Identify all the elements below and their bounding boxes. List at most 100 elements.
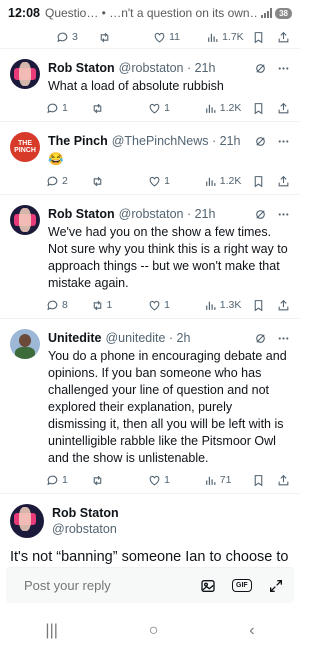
recents-button[interactable]: ||| [45,622,57,640]
like-button[interactable]: 1 [148,299,204,312]
views-button[interactable]: 1.7K [206,31,252,44]
grok-icon[interactable] [254,208,267,221]
share-icon[interactable] [277,31,290,44]
more-icon[interactable] [277,332,290,345]
avatar[interactable] [10,329,40,359]
like-icon [149,176,160,186]
bookmark-icon[interactable] [252,102,265,115]
reply-tweet[interactable]: Rob Staton @robstaton · 21h We've had yo… [0,195,300,318]
like-button[interactable]: 11 [153,31,206,44]
retweet-button[interactable] [98,31,153,44]
reply-button[interactable]: 1 [46,474,91,487]
reply-button[interactable]: 3 [56,31,98,44]
author-name[interactable]: The Pinch [48,134,108,148]
views-count: 1.7K [222,31,244,43]
like-count: 1 [164,299,170,311]
views-icon [208,33,218,42]
reply-button[interactable]: 1 [46,102,91,115]
retweet-icon [93,475,101,485]
retweet-icon [101,32,109,42]
reply-icon [47,300,58,310]
reply-icon [47,176,58,186]
like-icon [149,475,160,485]
views-button[interactable]: 1.2K [204,175,252,188]
bookmark-icon[interactable] [252,299,265,312]
reply-composer[interactable]: GIF [6,567,294,603]
author-name[interactable]: Rob Staton [48,61,115,75]
grok-icon[interactable] [254,135,267,148]
avatar[interactable] [10,504,44,538]
author-name[interactable]: Rob Staton [48,207,115,221]
reply-count: 2 [62,175,68,187]
author-name[interactable]: Unitedite [48,331,101,345]
share-icon[interactable] [277,299,290,312]
reply-icon [47,103,58,113]
author-name[interactable]: Rob Staton [52,506,119,520]
signal-icon [261,8,273,18]
reply-count: 1 [62,474,68,486]
status-bar: 12:08 Questio… • …n't a question on its … [0,0,300,26]
like-button[interactable]: 1 [148,474,204,487]
views-count: 71 [219,474,232,486]
grok-icon[interactable] [254,62,267,75]
image-icon[interactable] [200,578,216,594]
like-count: 1 [164,175,170,187]
views-count: 1.3K [219,299,242,311]
retweet-icon [93,300,101,310]
more-icon[interactable] [277,208,290,221]
views-count: 1.2K [219,102,242,114]
tweet-text: You do a phone in encouraging debate and… [48,349,287,465]
expand-icon[interactable] [268,578,284,594]
share-icon[interactable] [277,474,290,487]
reply-icon [47,475,58,485]
back-button[interactable]: ‹ [249,622,254,640]
notification-overlay: Questio… • …n't a question on its own… [44,6,258,20]
like-count: 1 [164,102,170,114]
tweet-actions: 3 11 1.7K [0,26,300,48]
retweet-button[interactable]: 1 [91,299,149,312]
more-icon[interactable] [277,62,290,75]
reply-input[interactable] [24,578,200,593]
retweet-button[interactable] [91,474,149,487]
author-handle: @robstaton · 21h [118,207,216,221]
avatar[interactable]: THE PINCH [10,132,40,162]
reply-tweet[interactable]: THE PINCH The Pinch @ThePinchNews · 21h … [0,122,300,194]
reply-button[interactable]: 2 [46,175,91,188]
reply-tweet[interactable]: Unitedite @unitedite · 2h You do a phone… [0,319,300,493]
retweet-count: 1 [106,299,113,311]
reply-count: 1 [62,102,68,114]
bookmark-icon[interactable] [252,175,265,188]
avatar[interactable] [10,59,40,89]
like-icon [154,32,165,42]
views-button[interactable]: 1.2K [204,102,252,115]
retweet-button[interactable] [91,102,149,115]
tweet-actions: 8 1 1 1.3K [46,292,290,318]
retweet-icon [93,103,101,113]
share-icon[interactable] [277,175,290,188]
retweet-button[interactable] [91,175,149,188]
reply-tweet[interactable]: Rob Staton @robstaton · 21h What a load … [0,49,300,121]
share-icon[interactable] [277,102,290,115]
reply-icon [57,32,68,42]
home-button[interactable]: ○ [149,622,159,640]
views-button[interactable]: 1.3K [204,299,252,312]
bookmark-icon[interactable] [252,474,265,487]
tweet-text: 😂 [48,152,64,166]
tweet-actions: 1 1 71 [46,467,290,493]
bookmark-icon[interactable] [252,31,265,44]
like-button[interactable]: 1 [148,102,204,115]
like-icon [149,103,160,113]
gif-button[interactable]: GIF [232,579,252,592]
more-icon[interactable] [277,135,290,148]
reply-button[interactable]: 8 [46,299,91,312]
views-icon [205,104,216,113]
views-count: 1.2K [219,175,242,187]
views-button[interactable]: 71 [204,474,252,487]
conversation-feed[interactable]: 3 11 1.7K Rob Staton @robstaton · 21h Wh… [0,26,300,586]
avatar[interactable] [10,205,40,235]
tweet-text: What a load of absolute rubbish [48,79,224,93]
like-count: 11 [169,31,181,43]
reply-count: 3 [72,31,78,43]
like-button[interactable]: 1 [148,175,204,188]
grok-icon[interactable] [254,332,267,345]
